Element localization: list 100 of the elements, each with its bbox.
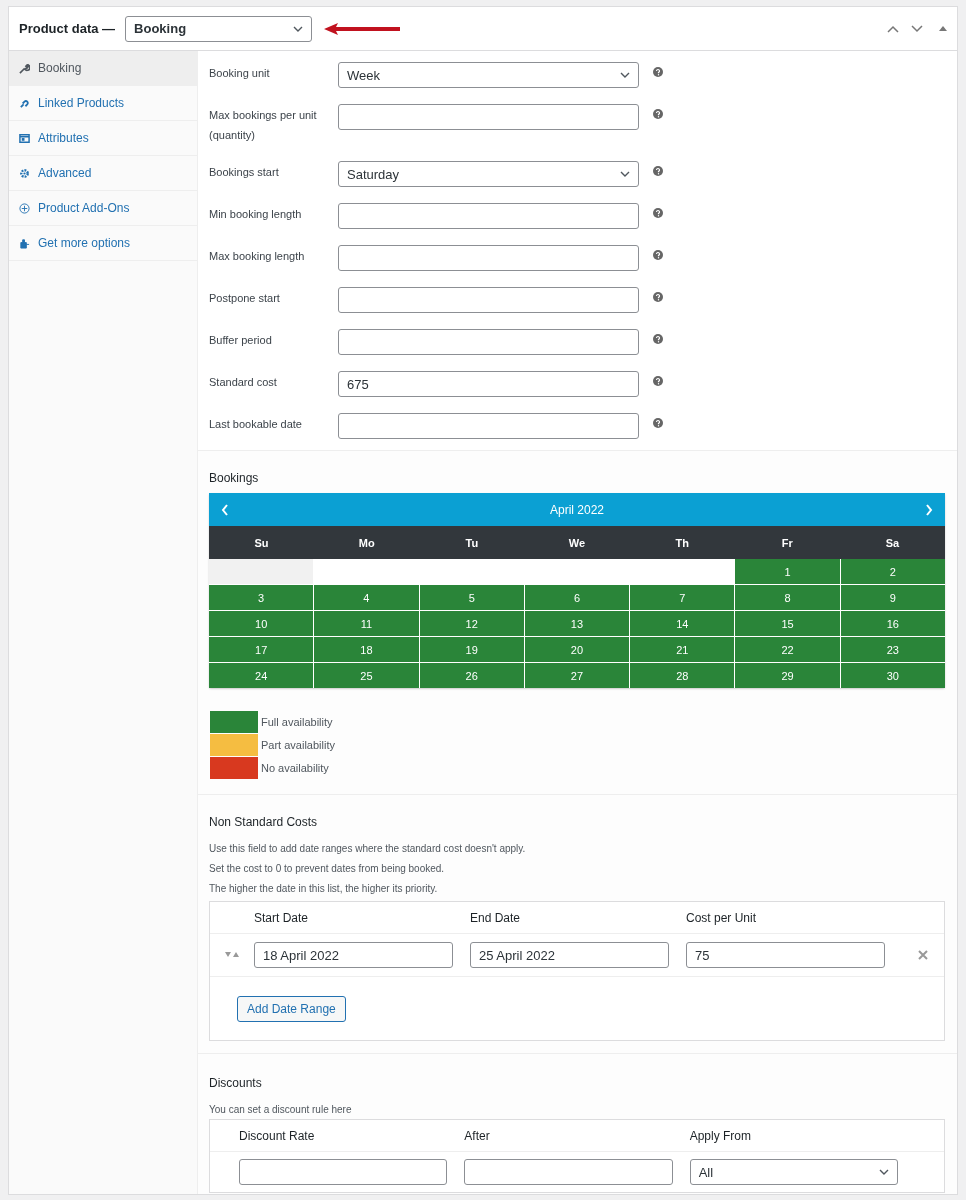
- input-field[interactable]: 75: [686, 942, 885, 968]
- sidebar-tab[interactable]: Linked Products: [9, 86, 197, 121]
- calendar-day[interactable]: 21: [630, 637, 735, 662]
- calendar-day[interactable]: 26: [419, 663, 524, 688]
- sidebar-tab[interactable]: Booking: [9, 51, 197, 86]
- calendar-day[interactable]: 11: [314, 611, 419, 636]
- description-text: Use this field to add date ranges where the standard cost doesn't apply.: [209, 842, 527, 856]
- select-field[interactable]: Week: [338, 62, 639, 88]
- chevron-down-icon: [620, 171, 630, 177]
- close-icon[interactable]: [918, 950, 928, 960]
- legend-label: Part availability: [261, 738, 335, 751]
- calendar-day[interactable]: 5: [419, 585, 524, 610]
- weekday-label: Tu: [464, 536, 480, 549]
- calendar-day[interactable]: 1: [735, 559, 840, 584]
- calendar-day[interactable]: 24: [209, 663, 314, 688]
- help-icon[interactable]: [653, 334, 663, 344]
- column-header: Apply From: [689, 1128, 752, 1143]
- input-field[interactable]: [338, 245, 639, 271]
- calendar-day[interactable]: 16: [840, 611, 945, 636]
- weekday-label: Su: [253, 536, 270, 549]
- sidebar-tab[interactable]: Product Add-Ons: [9, 191, 197, 226]
- plus-circle-icon: [19, 202, 30, 214]
- collapse-icon[interactable]: [939, 26, 947, 31]
- arrow-icon: [322, 21, 403, 36]
- weekday-label: Th: [674, 536, 690, 549]
- section-title: Discounts: [209, 1075, 263, 1092]
- help-icon[interactable]: [653, 166, 663, 176]
- calendar-day[interactable]: 9: [840, 585, 945, 610]
- input-field[interactable]: 25 April 2022: [470, 942, 669, 968]
- sidebar-tab[interactable]: Advanced: [9, 156, 197, 191]
- calendar-day[interactable]: 6: [524, 585, 630, 610]
- calendar-day[interactable]: 18: [314, 637, 419, 662]
- next-month-icon[interactable]: [925, 503, 933, 516]
- help-icon[interactable]: [653, 208, 663, 218]
- calendar-day[interactable]: 7: [630, 585, 735, 610]
- sort-icon[interactable]: [225, 952, 239, 958]
- input-field[interactable]: [338, 413, 639, 439]
- column-header: Cost per Unit: [686, 910, 758, 925]
- weekday-label: Mo: [357, 536, 376, 549]
- input-field[interactable]: [239, 1159, 448, 1185]
- calendar-day[interactable]: 25: [314, 663, 419, 688]
- input-field[interactable]: [338, 203, 639, 229]
- calendar-day[interactable]: 28: [630, 663, 735, 688]
- previous-month-icon[interactable]: [221, 503, 229, 516]
- field-label: Postpone start: [209, 291, 281, 306]
- calendar-day[interactable]: 10: [209, 611, 314, 636]
- column-header: Discount Rate: [239, 1128, 316, 1143]
- move-up-icon[interactable]: [887, 24, 899, 33]
- section-title: Bookings: [209, 470, 260, 487]
- legend-label: Full availability: [261, 715, 333, 728]
- input-field[interactable]: [338, 104, 639, 130]
- calendar-day[interactable]: 17: [209, 637, 314, 662]
- help-icon[interactable]: [653, 250, 663, 260]
- chevron-down-icon: [620, 72, 630, 78]
- calendar-day[interactable]: 15: [735, 611, 840, 636]
- weekday-label: We: [567, 536, 587, 549]
- description-text: The higher the date in this list, the higher its priority.: [209, 882, 439, 896]
- calendar-day[interactable]: 12: [419, 611, 524, 636]
- field-label: Bookings start: [209, 165, 280, 180]
- help-icon[interactable]: [653, 292, 663, 302]
- input-field[interactable]: 18 April 2022: [254, 942, 453, 968]
- calendar-day[interactable]: 4: [314, 585, 419, 610]
- field-label: Max booking length: [209, 249, 306, 264]
- calendar-day[interactable]: 2: [840, 559, 945, 584]
- calendar-day[interactable]: 30: [840, 663, 945, 688]
- chevron-down-icon: [293, 25, 304, 32]
- product-type-select[interactable]: Booking: [125, 15, 313, 42]
- input-field[interactable]: [338, 287, 639, 313]
- input-field[interactable]: [464, 1159, 673, 1185]
- calendar-day[interactable]: 22: [735, 637, 840, 662]
- calendar-day[interactable]: 29: [735, 663, 840, 688]
- help-icon[interactable]: [653, 418, 663, 428]
- calendar-day[interactable]: 20: [524, 637, 630, 662]
- sidebar-tab[interactable]: Get more options: [9, 226, 197, 261]
- calendar-day[interactable]: 8: [735, 585, 840, 610]
- field-label: Max bookings per unit (quantity): [209, 108, 318, 143]
- help-icon[interactable]: [653, 67, 663, 77]
- add-date-range-button[interactable]: Add Date Range: [237, 995, 346, 1022]
- move-down-icon[interactable]: [911, 24, 923, 33]
- calendar-day[interactable]: 27: [524, 663, 630, 688]
- calendar-day[interactable]: 14: [630, 611, 735, 636]
- help-icon[interactable]: [653, 376, 663, 386]
- input-field[interactable]: 675: [338, 371, 639, 397]
- select-field[interactable]: Saturday: [338, 161, 639, 187]
- weekday-label: Fr: [780, 536, 794, 549]
- column-header: Start Date: [254, 910, 310, 925]
- select-field[interactable]: All: [689, 1159, 898, 1185]
- input-field[interactable]: [338, 329, 639, 355]
- calendar-day[interactable]: 23: [840, 637, 945, 662]
- description-text: Set the cost to 0 to prevent dates from being booked.: [209, 862, 446, 876]
- weekday-label: Sa: [884, 536, 901, 549]
- calendar-day[interactable]: 3: [209, 585, 314, 610]
- help-icon[interactable]: [653, 109, 663, 119]
- sidebar-tab[interactable]: Attributes: [9, 121, 197, 156]
- description-text: You can set a discount rule here: [209, 1103, 353, 1117]
- wrench-icon: [19, 62, 30, 74]
- calendar-day[interactable]: 19: [419, 637, 524, 662]
- field-label: Buffer period: [209, 333, 273, 348]
- calendar-day[interactable]: 13: [524, 611, 630, 636]
- field-label: Min booking length: [209, 207, 303, 222]
